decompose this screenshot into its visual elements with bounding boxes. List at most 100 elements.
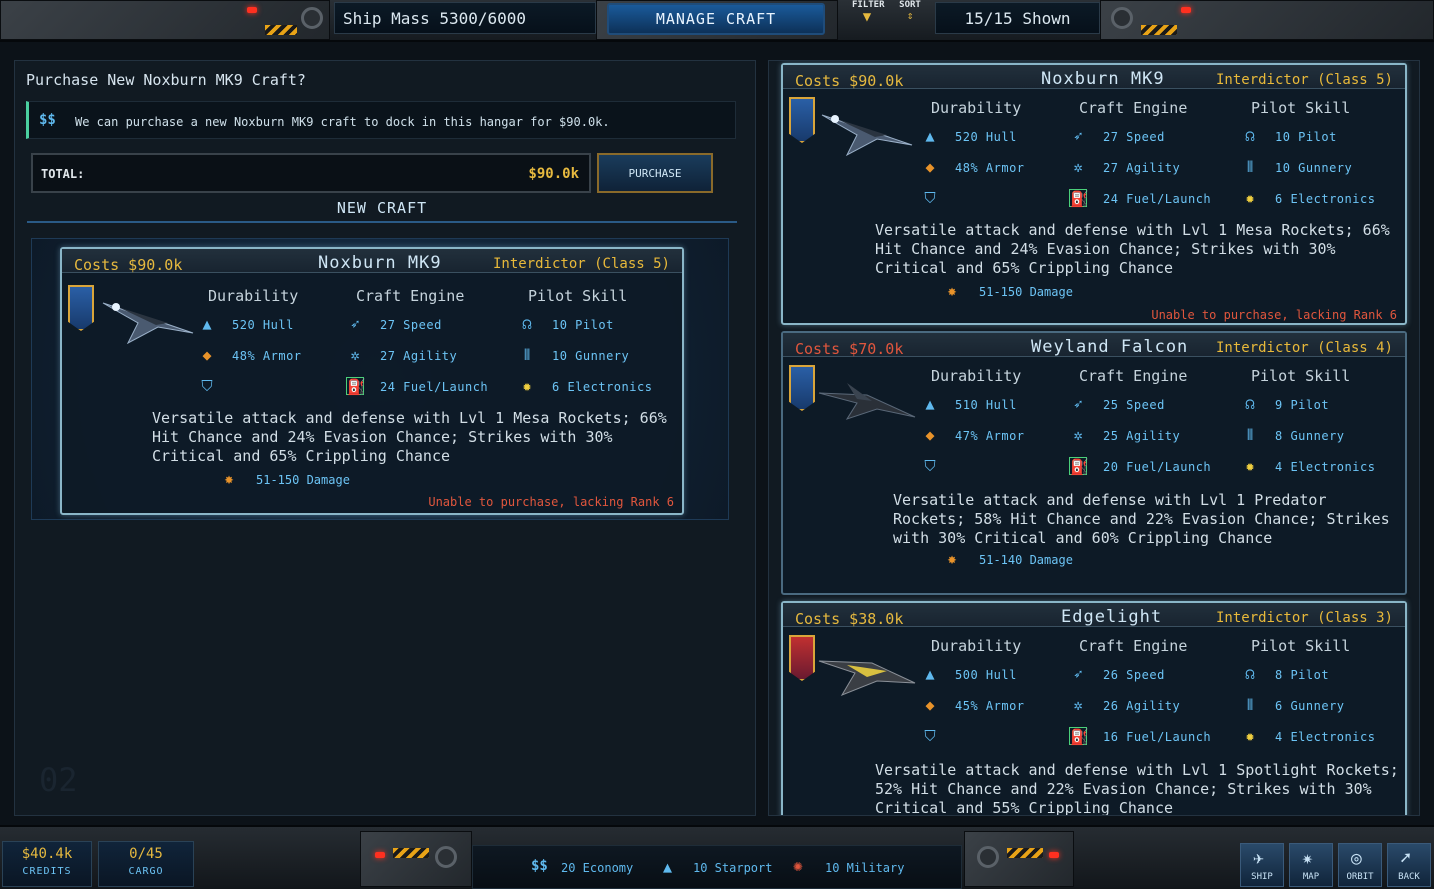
warning-light bbox=[375, 852, 385, 858]
sort-icon: ⇕ bbox=[906, 9, 914, 22]
electronics-stat: 4 Electronics bbox=[1275, 460, 1376, 474]
hull-icon: ▲ bbox=[925, 127, 935, 145]
gunnery-stat: 6 Gunnery bbox=[1275, 699, 1345, 713]
pilot-stat: 10 Pilot bbox=[552, 318, 614, 332]
armor-stat: 47% Armor bbox=[955, 429, 1025, 443]
economy-stat: 20 Economy bbox=[561, 861, 634, 875]
fuel-stat: 20 Fuel/Launch bbox=[1103, 460, 1212, 474]
shown-count-display: 15/15 Shown bbox=[935, 2, 1100, 34]
purchase-panel: Purchase New Noxburn MK9 Craft? $$ We ca… bbox=[14, 60, 756, 816]
pilot-icon: ☊ bbox=[1245, 395, 1255, 413]
hull-stat: 520 Hull bbox=[955, 130, 1017, 144]
card-cost: Costs $90.0k bbox=[74, 256, 183, 274]
hull-stat: 500 Hull bbox=[955, 668, 1017, 682]
durability-header: Durability bbox=[208, 287, 299, 305]
engine-header: Craft Engine bbox=[1079, 99, 1188, 117]
credits-label: CREDITS bbox=[22, 866, 72, 877]
card-class: Interdictor (Class 3) bbox=[1215, 610, 1393, 626]
gunnery-icon: ⦀ bbox=[1246, 158, 1254, 176]
fuel-icon: ⛽ bbox=[346, 377, 366, 396]
top-right-machinery bbox=[1100, 0, 1434, 40]
craft-card-edgelight[interactable]: Costs $38.0k Edgelight Interdictor (Clas… bbox=[781, 601, 1407, 815]
electronics-stat: 4 Electronics bbox=[1275, 730, 1376, 744]
hull-icon: ▲ bbox=[202, 315, 212, 333]
pilot-stat: 10 Pilot bbox=[1275, 130, 1337, 144]
ship-image bbox=[102, 302, 194, 345]
speed-stat: 27 Speed bbox=[1103, 130, 1165, 144]
agility-stat: 26 Agility bbox=[1103, 699, 1181, 713]
orbit-nav-label: ORBIT bbox=[1346, 872, 1374, 882]
selected-craft-container: Costs $90.0k Noxburn MK9 Interdictor (Cl… bbox=[31, 238, 729, 520]
hazard-stripes bbox=[393, 848, 429, 858]
pilot-stat: 9 Pilot bbox=[1275, 398, 1330, 412]
durability-header: Durability bbox=[931, 99, 1022, 117]
hull-icon: ▲ bbox=[925, 665, 935, 683]
card-cost: Costs $90.0k bbox=[795, 72, 904, 90]
purchase-button[interactable]: PURCHASE bbox=[597, 153, 713, 193]
shield-icon: ⛉ bbox=[924, 189, 936, 207]
gunnery-stat: 10 Gunnery bbox=[552, 349, 630, 363]
pilot-icon: ☊ bbox=[1245, 665, 1255, 683]
rank-warning: Unable to purchase, lacking Rank 6 bbox=[428, 495, 674, 509]
craft-card-noxburn[interactable]: Costs $90.0k Noxburn MK9 Interdictor (Cl… bbox=[781, 63, 1407, 325]
military-stat: 10 Military bbox=[825, 861, 905, 875]
gunnery-icon: ⦀ bbox=[1246, 696, 1254, 714]
manage-craft-label: MANAGE CRAFT bbox=[655, 10, 777, 28]
electronics-stat: 6 Electronics bbox=[1275, 192, 1376, 206]
pilot-skill-header: Pilot Skill bbox=[528, 287, 628, 305]
weapon-description: Versatile attack and defense with Lvl 1 … bbox=[875, 221, 1390, 277]
warning-light bbox=[1181, 7, 1191, 13]
ship-image bbox=[818, 660, 916, 697]
electronics-stat: 6 Electronics bbox=[552, 380, 653, 394]
engine-header: Craft Engine bbox=[356, 287, 465, 305]
armor-icon: ◆ bbox=[202, 346, 212, 364]
pilot-skill-header: Pilot Skill bbox=[1251, 637, 1351, 655]
faction-banner-icon bbox=[789, 365, 815, 411]
card-class: Interdictor (Class 5) bbox=[492, 256, 670, 272]
rank-warning: Unable to purchase, lacking Rank 6 bbox=[1151, 308, 1397, 322]
filter-icon: ▼ bbox=[862, 9, 872, 25]
warning-light bbox=[247, 7, 257, 13]
fuel-icon: ⛽ bbox=[1069, 727, 1089, 746]
durability-header: Durability bbox=[931, 367, 1022, 385]
sort-button[interactable]: SORT ⇕ bbox=[895, 0, 925, 36]
starport-stat: 10 Starport bbox=[693, 861, 773, 875]
back-nav-label: BACK bbox=[1398, 872, 1420, 882]
speed-icon: ➶ bbox=[1073, 395, 1083, 413]
damage-stat: 51-150 Damage bbox=[979, 285, 1073, 299]
bottom-right-machinery bbox=[964, 831, 1074, 887]
gear-icon bbox=[301, 7, 323, 29]
credits-icon: $$ bbox=[39, 112, 56, 128]
ship-nav-button[interactable]: ✈ SHIP bbox=[1240, 843, 1284, 887]
planet-stats-bar: $$ 20 Economy ▲ 10 Starport ✺ 10 Militar… bbox=[472, 845, 962, 889]
purchase-info-text: We can purchase a new Noxburn MK9 craft … bbox=[75, 115, 610, 129]
craft-card-weyland-falcon[interactable]: Costs $70.0k Weyland Falcon Interdictor … bbox=[781, 331, 1407, 595]
bottom-left-machinery bbox=[360, 831, 472, 887]
filter-button[interactable]: FILTER ▼ bbox=[852, 0, 885, 36]
ship-icon: ✈ bbox=[1253, 848, 1264, 869]
gunnery-stat: 8 Gunnery bbox=[1275, 429, 1345, 443]
ship-mass-text: Ship Mass 5300/6000 bbox=[343, 8, 527, 28]
craft-list-panel: Costs $90.0k Noxburn MK9 Interdictor (Cl… bbox=[768, 60, 1420, 816]
orbit-nav-button[interactable]: ◎ ORBIT bbox=[1338, 843, 1382, 887]
back-nav-button[interactable]: ➚ BACK bbox=[1387, 843, 1431, 887]
damage-stat: 51-140 Damage bbox=[979, 553, 1073, 567]
military-icon: ✺ bbox=[793, 856, 803, 875]
engine-header: Craft Engine bbox=[1079, 637, 1188, 655]
manage-craft-button[interactable]: MANAGE CRAFT bbox=[607, 3, 825, 35]
map-nav-button[interactable]: ✷ MAP bbox=[1289, 843, 1333, 887]
speed-icon: ➶ bbox=[1073, 127, 1083, 145]
card-name: Noxburn MK9 bbox=[318, 253, 442, 273]
hazard-stripes bbox=[1141, 25, 1177, 35]
gear-icon bbox=[435, 846, 457, 868]
selected-craft-card[interactable]: Costs $90.0k Noxburn MK9 Interdictor (Cl… bbox=[60, 247, 684, 515]
total-label: TOTAL: bbox=[41, 167, 85, 181]
shown-count-text: 15/15 Shown bbox=[964, 8, 1071, 28]
engine-header: Craft Engine bbox=[1079, 367, 1188, 385]
ship-mass-display: Ship Mass 5300/6000 bbox=[334, 2, 596, 34]
hazard-stripes bbox=[265, 25, 297, 35]
slot-watermark: 02 bbox=[39, 761, 78, 799]
armor-icon: ◆ bbox=[925, 158, 935, 176]
armor-icon: ◆ bbox=[925, 426, 935, 444]
hull-stat: 510 Hull bbox=[955, 398, 1017, 412]
